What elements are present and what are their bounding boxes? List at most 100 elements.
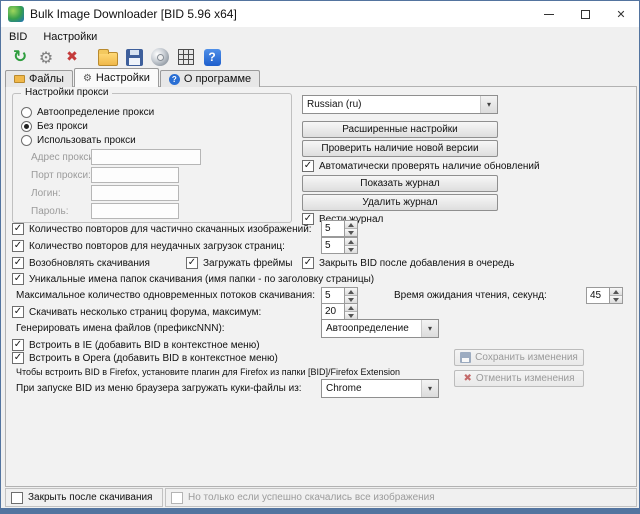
checkbox-label: Закрыть после скачивания bbox=[28, 492, 152, 503]
cancel-changes-label: Отменить изменения bbox=[476, 373, 575, 384]
menu-item-bid[interactable]: BID bbox=[1, 29, 35, 45]
spinner-up-button[interactable] bbox=[345, 238, 357, 246]
max-threads-spinner[interactable]: 5 bbox=[321, 287, 358, 304]
spinner-down-button[interactable] bbox=[345, 229, 357, 236]
max-threads-label: Максимальное количество одновременных по… bbox=[16, 290, 315, 301]
settings-panel: Настройки прокси Автоопределение прокси … bbox=[5, 86, 637, 487]
only-if-success-checkbox[interactable]: Но только если успешно скачались все изо… bbox=[171, 492, 435, 504]
window-controls: ✕ bbox=[531, 1, 639, 27]
advanced-settings-button[interactable]: Расширенные настройки bbox=[302, 121, 498, 138]
window-bottom-border bbox=[1, 508, 639, 513]
spinner-down-button[interactable] bbox=[610, 296, 622, 303]
close-button[interactable]: ✕ bbox=[603, 1, 639, 27]
checkbox-label: Встроить в Opera (добавить BID в контекс… bbox=[29, 353, 278, 364]
delete-log-button[interactable]: Удалить журнал bbox=[302, 194, 498, 211]
load-frames-checkbox[interactable]: Загружать фреймы bbox=[186, 257, 292, 269]
grid-shape bbox=[178, 49, 194, 65]
status-cell-right: Но только если успешно скачались все изо… bbox=[165, 488, 637, 507]
spinner-value: 20 bbox=[321, 303, 345, 320]
checkbox-label: Встроить в IE (добавить BID в контекстно… bbox=[29, 340, 260, 351]
maximize-button[interactable] bbox=[567, 1, 603, 27]
radio-proxy-auto[interactable]: Автоопределение прокси bbox=[21, 107, 154, 118]
spinner-down-button[interactable] bbox=[345, 312, 357, 319]
cancel-icon[interactable]: ✖ bbox=[59, 47, 85, 68]
spinner-up-button[interactable] bbox=[345, 304, 357, 312]
spinner-arrows bbox=[345, 303, 358, 320]
retry-failed-checkbox[interactable]: Количество повторов для неудачных загруз… bbox=[12, 240, 285, 252]
checkbox-box bbox=[12, 339, 24, 351]
retry-failed-spinner[interactable]: 5 bbox=[321, 237, 358, 254]
proxy-password-input[interactable] bbox=[91, 203, 179, 219]
retry-partial-spinner[interactable]: 5 bbox=[321, 220, 358, 237]
radio-label: Использовать прокси bbox=[37, 135, 136, 146]
embed-ie-checkbox[interactable]: Встроить в IE (добавить BID в контекстно… bbox=[12, 339, 260, 351]
app-window: Bulk Image Downloader [BID 5.96 x64] ✕ B… bbox=[0, 0, 640, 514]
language-value: Russian (ru) bbox=[303, 99, 480, 110]
disc-icon[interactable] bbox=[147, 47, 173, 68]
spinner-down-button[interactable] bbox=[345, 296, 357, 303]
proxy-port-input[interactable] bbox=[91, 167, 179, 183]
checkbox-label: Уникальные имена папок скачивания (имя п… bbox=[29, 274, 374, 285]
spinner-up-button[interactable] bbox=[610, 288, 622, 296]
radio-proxy-none[interactable]: Без прокси bbox=[21, 121, 88, 132]
folder-icon bbox=[14, 75, 25, 83]
checkbox-label: Количество повторов для неудачных загруз… bbox=[29, 241, 285, 252]
spinner-arrows bbox=[610, 287, 623, 304]
resume-downloads-checkbox[interactable]: Возобновлять скачивания bbox=[12, 257, 150, 269]
open-folder-icon[interactable] bbox=[95, 47, 121, 68]
info-icon: ? bbox=[169, 74, 180, 85]
proxy-login-label: Логин: bbox=[31, 188, 61, 199]
tab-about[interactable]: ? О программе bbox=[160, 70, 260, 87]
checkbox-box bbox=[12, 223, 24, 235]
auto-check-updates-checkbox[interactable]: Автоматически проверять наличие обновлен… bbox=[302, 160, 540, 172]
language-select[interactable]: Russian (ru) bbox=[302, 95, 498, 114]
cookies-select[interactable]: Chrome bbox=[321, 379, 439, 398]
radio-proxy-use[interactable]: Использовать прокси bbox=[21, 135, 136, 146]
unique-folders-checkbox[interactable]: Уникальные имена папок скачивания (имя п… bbox=[12, 273, 374, 285]
help-icon[interactable]: ? bbox=[199, 47, 225, 68]
forum-pages-spinner[interactable]: 20 bbox=[321, 303, 358, 320]
maximize-icon bbox=[581, 10, 590, 19]
proxy-address-input[interactable] bbox=[91, 149, 201, 165]
save-icon[interactable] bbox=[121, 47, 147, 68]
title-bar[interactable]: Bulk Image Downloader [BID 5.96 x64] ✕ bbox=[1, 1, 639, 27]
radio-dot bbox=[21, 135, 32, 146]
checkbox-label: Загружать фреймы bbox=[203, 258, 292, 269]
gear-icon[interactable]: ⚙ bbox=[33, 47, 59, 68]
save-changes-button[interactable]: Сохранить изменения bbox=[454, 349, 584, 366]
spinner-value: 5 bbox=[321, 287, 345, 304]
checkbox-box bbox=[12, 306, 24, 318]
forum-pages-checkbox[interactable]: Скачивать несколько страниц форума, макс… bbox=[12, 306, 261, 318]
cookies-value: Chrome bbox=[322, 383, 421, 394]
proxy-login-input[interactable] bbox=[91, 185, 179, 201]
close-after-add-checkbox[interactable]: Закрыть BID после добавления в очередь bbox=[302, 257, 514, 269]
read-timeout-label: Время ожидания чтения, секунд: bbox=[394, 290, 547, 301]
tab-settings[interactable]: ⚙ Настройки bbox=[74, 68, 159, 87]
refresh-icon[interactable]: ↻ bbox=[7, 47, 33, 68]
spinner-arrows bbox=[345, 220, 358, 237]
show-log-button[interactable]: Показать журнал bbox=[302, 175, 498, 192]
proxy-password-label: Пароль: bbox=[31, 206, 68, 217]
menu-item-settings[interactable]: Настройки bbox=[35, 29, 105, 45]
chevron-down-icon bbox=[480, 96, 497, 113]
embed-opera-checkbox[interactable]: Встроить в Opera (добавить BID в контекс… bbox=[12, 352, 278, 364]
spinner-up-button[interactable] bbox=[345, 288, 357, 296]
spinner-up-button[interactable] bbox=[345, 221, 357, 229]
cancel-changes-button[interactable]: ✖ Отменить изменения bbox=[454, 370, 584, 387]
spinner-arrows bbox=[345, 237, 358, 254]
firefox-note: Чтобы встроить BID в Firefox, установите… bbox=[16, 367, 400, 377]
checkbox-box bbox=[302, 257, 314, 269]
tab-files[interactable]: Файлы bbox=[5, 70, 73, 87]
checkbox-box bbox=[11, 492, 23, 504]
window-title: Bulk Image Downloader [BID 5.96 x64] bbox=[30, 7, 237, 21]
check-new-version-button[interactable]: Проверить наличие новой версии bbox=[302, 140, 498, 157]
generate-names-value: Автоопределение bbox=[322, 323, 421, 334]
spinner-down-button[interactable] bbox=[345, 246, 357, 253]
grid-icon[interactable] bbox=[173, 47, 199, 68]
menu-bar: BID Настройки bbox=[1, 28, 639, 46]
retry-partial-checkbox[interactable]: Количество повторов для частично скачанн… bbox=[12, 223, 312, 235]
minimize-button[interactable] bbox=[531, 1, 567, 27]
read-timeout-spinner[interactable]: 45 bbox=[586, 287, 623, 304]
generate-names-select[interactable]: Автоопределение bbox=[321, 319, 439, 338]
close-after-download-checkbox[interactable]: Закрыть после скачивания bbox=[11, 492, 152, 504]
